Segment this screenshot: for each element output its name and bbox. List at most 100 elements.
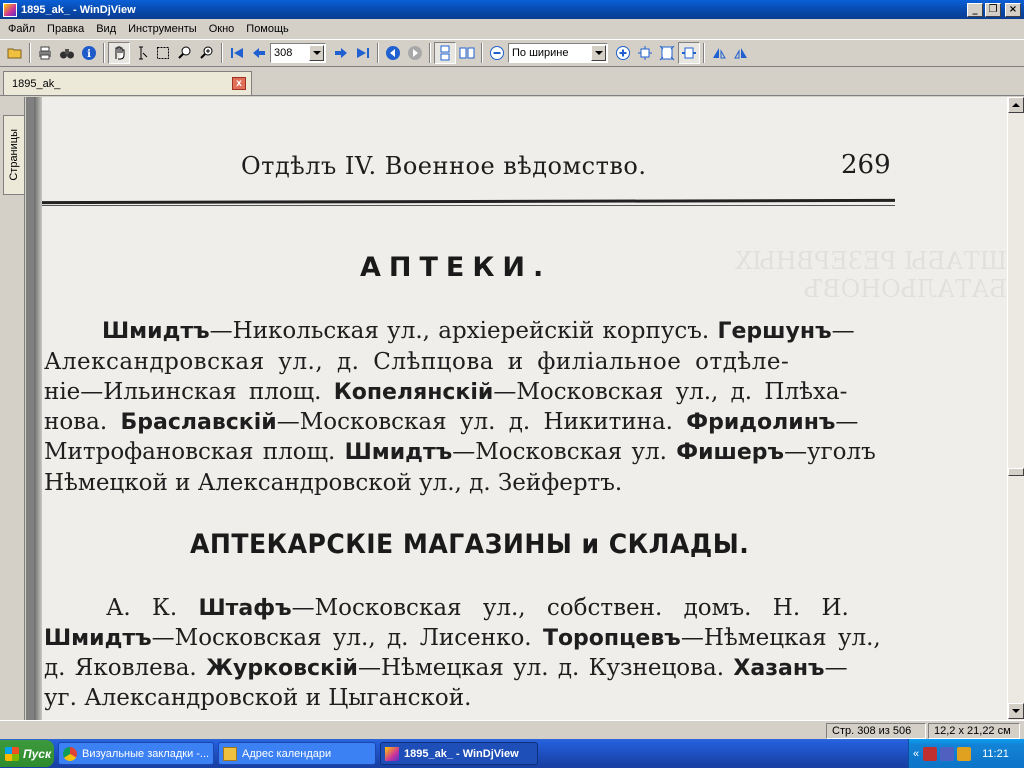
text-select-icon[interactable]: [130, 42, 152, 64]
forward-icon[interactable]: [404, 42, 426, 64]
minimize-button[interactable]: _: [967, 2, 983, 17]
text-line: Нѣмецкой и Александровской ул., д. Зейфе…: [44, 470, 622, 496]
open-folder-icon[interactable]: [4, 42, 26, 64]
tray-expand-chevron[interactable]: «: [913, 748, 919, 760]
heading-pharmacy-shops: АПТЕКАРСКІЕ МАГАЗИНЫ и СКЛАДЫ.: [190, 529, 750, 560]
last-page-icon[interactable]: [352, 42, 374, 64]
taskbar-item-browser[interactable]: Визуальные закладки -...: [58, 742, 214, 765]
tray-network-icon[interactable]: [940, 746, 955, 761]
heading-pharmacies: АПТЕКИ.: [360, 252, 552, 283]
name-bold: Гершунъ: [717, 319, 832, 344]
bleed-through-decoration: ШТАБЫ РЕЗЕРВНЫХ БАТАЛЬОНОВЪ: [734, 247, 1007, 303]
menu-tools[interactable]: Инструменты: [122, 23, 203, 35]
pages-panel-tab[interactable]: Страницы: [3, 115, 24, 195]
menu-view[interactable]: Вид: [90, 23, 122, 35]
taskbar: Пуск Визуальные закладки -... Адрес кале…: [0, 739, 1024, 768]
fit-page-icon[interactable]: [634, 42, 656, 64]
text-line: нова. Браславскій—Московская ул. д. Ники…: [44, 409, 858, 435]
status-page-size: 12,2 x 21,22 см: [928, 723, 1020, 739]
text-span: А. К.: [106, 595, 199, 621]
info-icon[interactable]: i: [78, 42, 100, 64]
name-bold: Шмидтъ: [344, 440, 453, 465]
restore-button[interactable]: ❐: [985, 2, 1001, 17]
windows-logo-icon: [5, 746, 19, 761]
document-tab[interactable]: 1895_ak_ x: [3, 71, 252, 95]
print-icon[interactable]: [34, 42, 56, 64]
close-window-button[interactable]: ×: [1005, 2, 1021, 17]
text-line: ніе—Ильинская площ. Копелянскій—Московск…: [44, 379, 847, 405]
zoom-combo[interactable]: По ширине: [508, 43, 608, 63]
windjview-app-icon: [3, 2, 17, 17]
page-gutter-shadow: [34, 97, 42, 720]
actual-size-icon[interactable]: [656, 42, 678, 64]
taskbar-item-windjview[interactable]: 1895_ak_ - WinDjView: [380, 742, 538, 765]
prev-page-icon[interactable]: [248, 42, 270, 64]
tray-antivirus-icon[interactable]: [923, 746, 938, 761]
menu-window[interactable]: Окно: [203, 23, 241, 35]
document-view[interactable]: ШТАБЫ РЕЗЕРВНЫХ БАТАЛЬОНОВЪ Отдѣлъ IV. В…: [26, 97, 1007, 720]
hand-tool-icon[interactable]: [108, 42, 130, 64]
tray-clock: 11:21: [982, 747, 1009, 760]
toolbar-separator: [481, 43, 483, 63]
zoom-in-icon[interactable]: [612, 42, 634, 64]
status-bar: Стр. 308 из 506 12,2 x 21,22 см: [0, 720, 1024, 739]
system-tray: « 11:21: [908, 739, 1024, 768]
text-span: —Московская ул., собствен. домъ. Н. И.: [291, 595, 849, 621]
text-span: —Московская ул., д. Лисенко.: [151, 625, 543, 651]
scroll-thumb[interactable]: [1008, 468, 1024, 476]
text-span: —Нѣмецкая ул.,: [680, 625, 881, 651]
document-page: ШТАБЫ РЕЗЕРВНЫХ БАТАЛЬОНОВЪ Отдѣлъ IV. В…: [34, 97, 1007, 720]
text-span: —Московская ул.: [452, 439, 677, 465]
name-bold: Хазанъ: [733, 656, 825, 681]
tray-users-icon[interactable]: [957, 746, 972, 761]
vertical-scrollbar[interactable]: [1007, 97, 1024, 720]
rotate-left-icon[interactable]: [708, 42, 730, 64]
text-line: Митрофановская площ. Шмидтъ—Московская у…: [44, 439, 876, 465]
taskbar-item-label: 1895_ak_ - WinDjView: [404, 747, 519, 760]
side-panel: Страницы: [0, 97, 25, 720]
svg-text:i: i: [87, 49, 91, 60]
start-button[interactable]: Пуск: [0, 740, 54, 767]
facing-pages-icon[interactable]: [456, 42, 478, 64]
text-span: нова.: [44, 409, 121, 435]
text-line: д. Яковлева. Журковскій—Нѣмецкая ул. д. …: [44, 655, 848, 681]
text-span: —: [824, 655, 848, 681]
next-page-icon[interactable]: [330, 42, 352, 64]
name-bold: Штафъ: [198, 596, 292, 621]
header-rule: [41, 198, 896, 205]
zoom-rect-icon[interactable]: [196, 42, 218, 64]
rect-select-icon[interactable]: [152, 42, 174, 64]
menu-help[interactable]: Помощь: [240, 23, 295, 35]
scroll-up-button[interactable]: [1008, 97, 1024, 113]
menu-edit[interactable]: Правка: [41, 23, 90, 35]
continuous-layout-icon[interactable]: [434, 42, 456, 64]
text-line: Александровская ул., д. Слѣпцова и филіа…: [44, 349, 789, 375]
rotate-right-icon[interactable]: [730, 42, 752, 64]
text-span: —Московская ул., д. Плѣха-: [493, 379, 848, 405]
chevron-down-icon[interactable]: [309, 45, 324, 61]
first-page-icon[interactable]: [226, 42, 248, 64]
printed-page-number: 269: [841, 150, 891, 180]
zoom-out-icon[interactable]: [486, 42, 508, 64]
magnify-icon[interactable]: [174, 42, 196, 64]
chrome-icon: [63, 746, 77, 761]
back-icon[interactable]: [382, 42, 404, 64]
fit-width-icon[interactable]: [678, 42, 700, 64]
text-span: —Нѣмецкая ул. д. Кузнецова.: [357, 655, 734, 681]
close-tab-icon[interactable]: x: [232, 77, 246, 90]
name-bold: Торопцевъ: [542, 626, 681, 651]
toolbar-separator: [377, 43, 379, 63]
text-span: —: [831, 318, 855, 344]
text-line: уг. Александровской и Цыганской.: [44, 685, 471, 711]
find-binoculars-icon[interactable]: [56, 42, 78, 64]
toolbar-separator: [703, 43, 705, 63]
scroll-down-button[interactable]: [1008, 703, 1024, 719]
toolbar-separator: [429, 43, 431, 63]
taskbar-item-folder[interactable]: Адрес календари: [218, 742, 376, 765]
chevron-down-icon[interactable]: [591, 45, 606, 61]
windjview-app-icon: [385, 746, 399, 761]
page-number-combo[interactable]: 308: [270, 43, 326, 63]
window-title: 1895_ak_ - WinDjView: [21, 3, 136, 16]
title-bar: 1895_ak_ - WinDjView _ ❐ ×: [0, 0, 1024, 19]
menu-file[interactable]: Файл: [2, 23, 41, 35]
